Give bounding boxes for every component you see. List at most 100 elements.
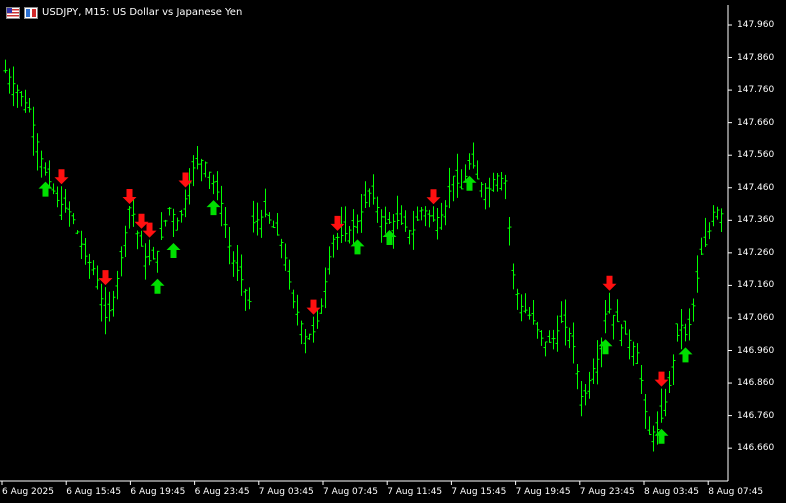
ohlc-bar — [279, 238, 284, 259]
price-tick-label: 147.360 — [737, 215, 775, 226]
ohlc-bar — [251, 200, 256, 233]
ohlc-bar — [191, 155, 196, 187]
ohlc-bar — [563, 299, 568, 346]
ohlc-bar — [419, 206, 424, 221]
ohlc-bar — [523, 293, 528, 314]
ohlc-bar — [171, 208, 176, 237]
ohlc-bar — [715, 206, 720, 220]
ohlc-bar — [595, 340, 600, 385]
sell-arrow-icon — [602, 275, 617, 291]
buy-arrow-icon — [382, 230, 397, 246]
one-click-trading-icon[interactable] — [24, 7, 38, 19]
ohlc-bar — [351, 209, 356, 246]
time-tick-label: 7 Aug 11:45 — [387, 487, 443, 497]
ohlc-bar — [695, 255, 700, 293]
ohlc-bar — [567, 327, 572, 349]
ohlc-bar — [447, 167, 452, 209]
ohlc-bar — [379, 209, 384, 243]
price-tick-label: 146.960 — [737, 345, 775, 356]
ohlc-bar — [219, 185, 224, 227]
ohlc-bar — [511, 263, 516, 290]
ohlc-bar — [719, 208, 724, 232]
ohlc-bar — [95, 265, 100, 290]
buy-arrow-icon — [654, 428, 669, 444]
buy-arrow-icon — [598, 339, 613, 355]
ohlc-bar — [711, 205, 716, 227]
ohlc-bar — [707, 222, 712, 240]
ohlc-bar — [539, 330, 544, 346]
ohlc-bar — [387, 211, 392, 225]
ohlc-bar — [91, 260, 96, 276]
ohlc-bar — [15, 84, 20, 108]
time-tick-label: 6 Aug 15:45 — [66, 487, 122, 497]
price-tick-label: 146.860 — [737, 378, 775, 389]
ohlc-bar — [603, 299, 608, 334]
symbol-flag-icon — [6, 7, 20, 19]
price-tick-label: 147.460 — [737, 182, 775, 193]
ohlc-bar — [639, 364, 644, 394]
price-tick-label: 147.560 — [737, 150, 775, 161]
ohlc-bar — [395, 195, 400, 230]
ohlc-bar — [35, 133, 40, 171]
ohlc-bar — [311, 316, 316, 343]
ohlc-bar — [235, 244, 240, 281]
sell-arrow-icon — [122, 189, 137, 205]
ohlc-bar — [267, 212, 272, 224]
ohlc-bar — [703, 217, 708, 247]
ohlc-bar — [455, 153, 460, 198]
buy-arrow-icon — [38, 181, 53, 197]
sell-arrow-icon — [654, 371, 669, 387]
ohlc-bar — [335, 232, 340, 250]
ohlc-bar — [75, 230, 80, 235]
ohlc-bar — [135, 230, 140, 250]
ohlc-bar — [647, 416, 652, 436]
price-tick-marks — [728, 24, 732, 449]
ohlc-bar — [643, 394, 648, 429]
ohlc-bar — [207, 171, 212, 190]
price-chart[interactable] — [0, 0, 786, 503]
ohlc-bar — [415, 206, 420, 222]
ohlc-bar — [227, 227, 232, 265]
ohlc-bar — [23, 89, 28, 113]
ohlc-bar — [63, 188, 68, 213]
ohlc-bar — [143, 243, 148, 280]
ohlc-bar — [667, 371, 672, 394]
ohlc-bar — [71, 213, 76, 225]
ohlc-bar — [471, 142, 476, 169]
ohlc-bar — [19, 91, 24, 107]
ohlc-bar — [55, 186, 60, 208]
buy-arrow-icon — [462, 175, 477, 191]
ohlc-bar — [347, 226, 352, 244]
ohlc-bar — [39, 150, 44, 178]
ohlc-bar — [31, 106, 36, 156]
ohlc-bar — [215, 171, 220, 201]
ohlc-bar — [491, 172, 496, 192]
ohlc-bar — [255, 202, 260, 236]
ohlc-bar — [363, 181, 368, 208]
time-tick-label: 7 Aug 03:45 — [258, 487, 314, 497]
ohlc-bar — [247, 287, 252, 310]
ohlc-bar — [199, 158, 204, 182]
ohlc-bar — [559, 301, 564, 324]
ohlc-bar — [651, 425, 656, 452]
ohlc-bar — [403, 210, 408, 232]
ohlc-bar — [431, 206, 436, 222]
sell-arrow-icon — [134, 213, 149, 229]
sell-arrow-icon — [54, 169, 69, 185]
ohlc-bar — [115, 270, 120, 300]
ohlc-bar — [151, 246, 156, 260]
buy-arrow-icon — [350, 239, 365, 255]
buy-arrow-icon — [150, 278, 165, 294]
buy-arrow-icon — [166, 242, 181, 258]
ohlc-bar — [615, 299, 620, 323]
ohlc-bar — [359, 193, 364, 233]
ohlc-bar — [579, 380, 584, 417]
ohlc-bar — [459, 169, 464, 190]
price-tick-label: 147.860 — [737, 52, 775, 63]
ohlc-bar — [331, 234, 336, 258]
ohlc-bar — [483, 183, 488, 210]
ohlc-bar — [183, 189, 188, 218]
ohlc-bar — [427, 209, 432, 228]
chart-title: USDJPY, M15: US Dollar vs Japanese Yen — [42, 7, 243, 18]
sell-arrow-icon — [98, 270, 113, 286]
